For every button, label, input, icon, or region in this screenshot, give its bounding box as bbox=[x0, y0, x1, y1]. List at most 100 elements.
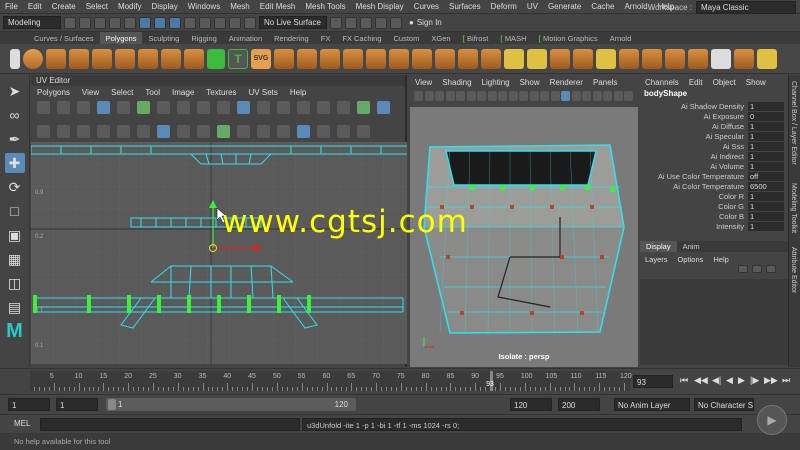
time-slider-track[interactable]: 5 10 15 20 25 30 35 40 45 50 55 60 65 70 75 80 85 90 95 100… bbox=[30, 371, 632, 391]
uv-menu-tool[interactable]: Tool bbox=[139, 88, 166, 97]
bridge-icon[interactable] bbox=[412, 48, 432, 69]
combine-icon[interactable] bbox=[274, 48, 294, 69]
viewport-film-gate-icon[interactable] bbox=[466, 91, 476, 101]
menu-curves[interactable]: Curves bbox=[409, 2, 444, 11]
uv-rotate-ccw-icon[interactable] bbox=[177, 101, 190, 114]
channel-attr-value[interactable]: 6500 bbox=[748, 181, 784, 191]
step-back-key-icon[interactable]: ◀◀ bbox=[694, 375, 708, 386]
render-view-icon[interactable] bbox=[330, 16, 342, 29]
channel-row-color-g[interactable]: Color G 1 bbox=[640, 201, 788, 211]
shelf-tab-fx[interactable]: FX bbox=[315, 32, 337, 44]
svg-tool-icon[interactable]: SVG bbox=[251, 48, 271, 69]
uv-flip-v-icon[interactable] bbox=[157, 101, 170, 114]
channel-row-ai-shadow-density[interactable]: Ai Shadow Density 1 bbox=[640, 101, 788, 111]
append-polygon-icon[interactable] bbox=[481, 48, 501, 69]
offset-edge-loop-icon[interactable] bbox=[573, 48, 593, 69]
shelf-menu-icon[interactable] bbox=[10, 48, 20, 69]
channel-attr-value[interactable]: 1 bbox=[748, 141, 784, 151]
uv-menu-image[interactable]: Image bbox=[166, 88, 200, 97]
channel-menu-channels[interactable]: Channels bbox=[640, 78, 684, 87]
channel-row-ai-exposure[interactable]: Ai Exposure 0 bbox=[640, 111, 788, 121]
new-layer-icon[interactable] bbox=[752, 265, 762, 273]
sign-in-button[interactable]: ● Sign In bbox=[405, 18, 446, 27]
uv-distort-icon[interactable] bbox=[257, 101, 270, 114]
uv-unfold-icon[interactable] bbox=[734, 48, 754, 69]
viewport-menu-panels[interactable]: Panels bbox=[588, 78, 622, 87]
go-to-start-icon[interactable]: ⏮ bbox=[680, 375, 688, 386]
channel-row-ai-sss[interactable]: Ai Sss 1 bbox=[640, 141, 788, 151]
viewport-resolution-gate-icon[interactable] bbox=[477, 91, 486, 101]
menu-uv[interactable]: UV bbox=[522, 2, 543, 11]
menu-edit-mesh[interactable]: Edit Mesh bbox=[255, 2, 301, 11]
select-component-icon[interactable] bbox=[169, 16, 181, 29]
tab-modeling-toolkit[interactable]: Modeling Toolkit bbox=[790, 183, 797, 233]
uv-distortion-icon[interactable] bbox=[97, 125, 110, 138]
uv-merge-icon[interactable] bbox=[297, 125, 310, 138]
menu-modify[interactable]: Modify bbox=[113, 2, 147, 11]
undo-icon[interactable] bbox=[109, 16, 121, 29]
uv-checker-icon[interactable] bbox=[317, 101, 330, 114]
uv-shell-select-icon[interactable] bbox=[97, 101, 110, 114]
uv-layout-icon[interactable] bbox=[237, 101, 250, 114]
viewport-backface-icon[interactable] bbox=[592, 91, 602, 101]
animation-end-field[interactable]: 200 bbox=[558, 398, 600, 411]
channel-row-color-r[interactable]: Color R 1 bbox=[640, 191, 788, 201]
step-back-icon[interactable]: ◀| bbox=[712, 375, 721, 386]
viewport-camera-icon[interactable] bbox=[414, 91, 423, 101]
channel-row-ai-diffuse[interactable]: Ai Diffuse 1 bbox=[640, 121, 788, 131]
bevel-icon[interactable] bbox=[435, 48, 455, 69]
move-layer-up-icon[interactable] bbox=[738, 265, 748, 273]
viewport-isolate-icon[interactable] bbox=[561, 91, 570, 101]
play-back-icon[interactable]: ◀ bbox=[726, 375, 733, 386]
workspace-dropdown[interactable]: Maya Classic bbox=[696, 0, 796, 14]
channel-attr-value[interactable]: 1 bbox=[748, 221, 784, 231]
viewport-aa-icon[interactable] bbox=[550, 91, 560, 101]
shelf-tab-rendering[interactable]: Rendering bbox=[268, 32, 315, 44]
layer-tab-display[interactable]: Display bbox=[640, 241, 677, 252]
shelf-tab-mash[interactable]: MASH bbox=[494, 32, 532, 44]
layer-list[interactable] bbox=[640, 279, 788, 365]
channel-attr-value[interactable]: 0 bbox=[748, 111, 784, 121]
viewport-smooth-shade-icon[interactable] bbox=[498, 91, 507, 101]
sculpt-tool-icon[interactable] bbox=[757, 48, 777, 69]
current-frame-field[interactable]: 93 bbox=[633, 375, 673, 388]
character-set-dropdown[interactable]: No Character Set bbox=[694, 398, 754, 411]
uv-texture-icon[interactable] bbox=[337, 101, 350, 114]
viewport-menu-renderer[interactable]: Renderer bbox=[545, 78, 588, 87]
viewport-menu-shading[interactable]: Shading bbox=[437, 78, 476, 87]
menu-generate[interactable]: Generate bbox=[543, 2, 586, 11]
uv-canvas[interactable]: 0.9 0.2 0.1 0.1 bbox=[31, 142, 407, 364]
uv-menu-help[interactable]: Help bbox=[284, 88, 312, 97]
snap-point-icon[interactable] bbox=[214, 16, 226, 29]
hypershade-icon[interactable] bbox=[390, 16, 402, 29]
uv-pin-icon[interactable] bbox=[37, 101, 50, 114]
shelf-tab-bifrost[interactable]: Bifrost bbox=[457, 32, 495, 44]
uv-shaded-icon[interactable] bbox=[77, 125, 90, 138]
snap-curve-icon[interactable] bbox=[199, 16, 211, 29]
paint-select-icon[interactable]: ✒ bbox=[5, 129, 25, 149]
multi-cut-icon[interactable] bbox=[504, 48, 524, 69]
uv-menu-textures[interactable]: Textures bbox=[200, 88, 242, 97]
scale-tool-icon[interactable]: □ bbox=[5, 201, 25, 221]
uv-sew-icon[interactable] bbox=[257, 125, 270, 138]
viewport-lock-camera-icon[interactable] bbox=[424, 91, 434, 101]
target-weld-icon[interactable] bbox=[527, 48, 547, 69]
menu-create[interactable]: Create bbox=[47, 2, 81, 11]
snap-grid-icon[interactable] bbox=[184, 16, 196, 29]
viewport-menu-view[interactable]: View bbox=[410, 78, 437, 87]
anim-layer-dropdown[interactable]: No Anim Layer bbox=[614, 398, 690, 411]
layer-menu-help[interactable]: Help bbox=[708, 255, 733, 264]
render-frame-icon[interactable] bbox=[345, 16, 357, 29]
channel-menu-edit[interactable]: Edit bbox=[684, 78, 708, 87]
uv-unfold-icon[interactable] bbox=[217, 101, 230, 114]
channel-row-ai-volume[interactable]: Ai Volume 1 bbox=[640, 161, 788, 171]
save-scene-icon[interactable] bbox=[94, 16, 106, 29]
mirror-icon[interactable] bbox=[366, 48, 386, 69]
channel-attr-value[interactable]: 1 bbox=[748, 131, 784, 141]
open-scene-icon[interactable] bbox=[79, 16, 91, 29]
playback-start-field[interactable]: 1 bbox=[56, 398, 98, 411]
select-tool-icon[interactable]: ➤ bbox=[5, 81, 25, 101]
viewport-color-mgmt-icon[interactable] bbox=[624, 91, 633, 101]
viewport-menu-lighting[interactable]: Lighting bbox=[477, 78, 515, 87]
poly-torus-icon[interactable] bbox=[115, 48, 135, 69]
